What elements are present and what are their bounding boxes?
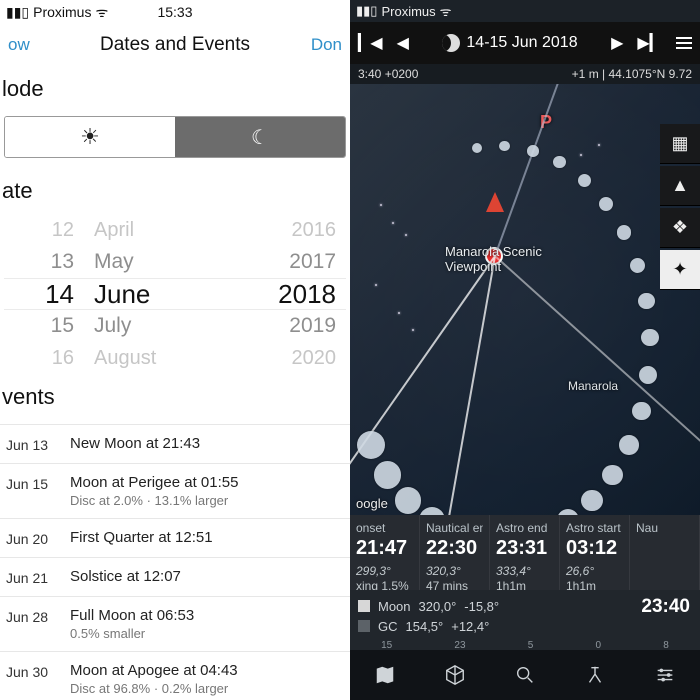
section-mode-header: lode: [0, 66, 350, 112]
row-az: 154,5°: [406, 619, 444, 634]
picker-day-column[interactable]: 12 13 14 15 16: [14, 214, 74, 374]
tool-grid-icon[interactable]: ▦: [660, 124, 700, 164]
menu-icon[interactable]: [676, 37, 692, 49]
planner-map-panel: ▮▮▯ Proximus ᯤ 15:33 ▎◀ ◀ 14-15 Jun 2018…: [350, 0, 700, 700]
info-time-offset: 3:40 +0200: [358, 67, 418, 81]
tool-layers-icon[interactable]: ❖: [660, 208, 700, 248]
card-nautical-start[interactable]: Nau: [630, 515, 700, 590]
event-title: Solstice at 12:07: [70, 568, 344, 585]
tool-satellite-icon[interactable]: ✦: [660, 250, 700, 290]
azimuth-ray: [494, 84, 564, 256]
row-az: 320,0°: [419, 599, 457, 614]
card-nautical-end[interactable]: Nautical end 22:30 320,3° 47 mins: [420, 515, 490, 590]
section-date-header: ate: [0, 168, 350, 214]
moon-icon: ☾: [251, 125, 269, 150]
status-bar-left: ▮▮▯ Proximus ᯤ 15:33: [0, 0, 350, 24]
picker-month-column[interactable]: April May June July August: [94, 214, 214, 374]
info-coords: +1 m | 44.1075°N 9.72: [572, 67, 692, 81]
date-range-button[interactable]: 14-15 Jun 2018: [442, 34, 577, 52]
page-title: Dates and Events: [0, 34, 350, 56]
row-alt: -15,8°: [464, 599, 499, 614]
event-date: Jun 13: [6, 435, 70, 453]
row-alt: +12,4°: [451, 619, 489, 634]
map-attribution: oogle: [356, 496, 388, 511]
section-events-header: vents: [0, 374, 350, 420]
north-arrow-icon: [486, 192, 504, 212]
event-date: Jun 28: [6, 607, 70, 641]
card-moonset[interactable]: onset 21:47 299,3° xing 1.5%: [350, 515, 420, 590]
gc-swatch-icon: [358, 620, 370, 632]
tripod-icon: [584, 664, 606, 686]
tab-location[interactable]: [490, 650, 560, 700]
sun-icon: ☀: [80, 124, 100, 150]
tab-settings[interactable]: [630, 650, 700, 700]
skip-back-icon[interactable]: ▎◀: [358, 33, 383, 53]
time-ruler[interactable]: 1523508: [350, 640, 700, 650]
event-date: Jun 30: [6, 662, 70, 696]
event-row[interactable]: Jun 30 Moon at Apogee at 04:43 Disc at 9…: [0, 652, 350, 700]
tab-ar[interactable]: [420, 650, 490, 700]
dates-events-panel: ▮▮▯ Proximus ᯤ 15:33 ow Dates and Events…: [0, 0, 350, 700]
nav-bar: ow Dates and Events Don: [0, 24, 350, 66]
card-astro-start[interactable]: Astro start 03:12 26,6° 1h1m: [560, 515, 630, 590]
date-picker[interactable]: 12 13 14 15 16 April May June July Augus…: [4, 214, 346, 374]
play-forward-icon[interactable]: ▶: [611, 33, 623, 53]
event-date: Jun 21: [6, 568, 70, 586]
azimuth-ray: [425, 256, 496, 515]
bottom-tab-bar: [350, 650, 700, 700]
sun-moon-cards[interactable]: onset 21:47 299,3° xing 1.5% Nautical en…: [350, 515, 700, 590]
event-row[interactable]: Jun 15 Moon at Perigee at 01:55 Disc at …: [0, 464, 350, 519]
azimuth-ray: [350, 255, 496, 515]
event-title: Moon at Perigee at 01:55: [70, 474, 344, 491]
picker-year-column[interactable]: 2016 2017 2018 2019 2020: [256, 214, 336, 374]
row-label: Moon: [378, 599, 411, 614]
playback-bar: ▎◀ ◀ 14-15 Jun 2018 ▶ ▶▎: [350, 22, 700, 64]
timeline-time: 23:40: [631, 590, 700, 640]
event-subtitle: 0.5% smaller: [70, 626, 344, 641]
play-back-icon[interactable]: ◀: [397, 33, 409, 53]
skip-forward-icon[interactable]: ▶▎: [637, 33, 662, 53]
event-date: Jun 20: [6, 529, 70, 547]
wifi-icon: ᯤ: [440, 2, 452, 20]
tab-view[interactable]: [560, 650, 630, 700]
status-bar-right: ▮▮▯ Proximus ᯤ 15:33: [350, 0, 700, 22]
event-row[interactable]: Jun 20 First Quarter at 12:51: [0, 519, 350, 558]
event-row[interactable]: Jun 13 New Moon at 21:43: [0, 425, 350, 464]
row-label: GC: [378, 619, 398, 634]
clock: 15:33: [0, 4, 350, 20]
search-icon: [514, 664, 536, 686]
poi-secondary-label[interactable]: Manarola: [568, 379, 618, 393]
moon-swatch-icon: [358, 600, 370, 612]
signal-icon: ▮▮▯: [356, 3, 377, 19]
carrier-name: Proximus: [381, 4, 435, 19]
card-astro-end[interactable]: Astro end 23:31 333,4° 1h1m: [490, 515, 560, 590]
event-title: New Moon at 21:43: [70, 435, 344, 452]
timeline-bar[interactable]: Moon 320,0° -15,8° GC 154,5° +12,4° 23:4…: [350, 590, 700, 640]
event-subtitle: Disc at 96.8% · 0.2% larger: [70, 681, 344, 696]
event-title: Moon at Apogee at 04:43: [70, 662, 344, 679]
moon-phase-icon: [442, 34, 460, 52]
events-list[interactable]: Jun 13 New Moon at 21:43 Jun 15 Moon at …: [0, 424, 350, 700]
event-title: First Quarter at 12:51: [70, 529, 344, 546]
map-view[interactable]: P Manarola Scenic Viewpoint Manarola oog…: [350, 84, 700, 515]
tool-pin-icon[interactable]: ▲: [660, 166, 700, 206]
event-title: Full Moon at 06:53: [70, 607, 344, 624]
event-subtitle: Disc at 2.0% · 13.1% larger: [70, 493, 344, 508]
poi-main-label[interactable]: Manarola Scenic Viewpoint: [445, 244, 542, 274]
event-date: Jun 15: [6, 474, 70, 508]
event-row[interactable]: Jun 21 Solstice at 12:07: [0, 558, 350, 597]
sliders-icon: [654, 664, 676, 686]
cube-icon: [444, 664, 466, 686]
segment-moon[interactable]: ☾: [175, 117, 345, 157]
event-row[interactable]: Jun 28 Full Moon at 06:53 0.5% smaller: [0, 597, 350, 652]
info-line: 3:40 +0200 +1 m | 44.1075°N 9.72: [350, 64, 700, 84]
mode-segmented-control[interactable]: ☀ ☾: [4, 116, 346, 158]
segment-sun[interactable]: ☀: [5, 117, 175, 157]
date-range-label: 14-15 Jun 2018: [466, 34, 577, 52]
map-icon: [374, 664, 396, 686]
tab-map[interactable]: [350, 650, 420, 700]
